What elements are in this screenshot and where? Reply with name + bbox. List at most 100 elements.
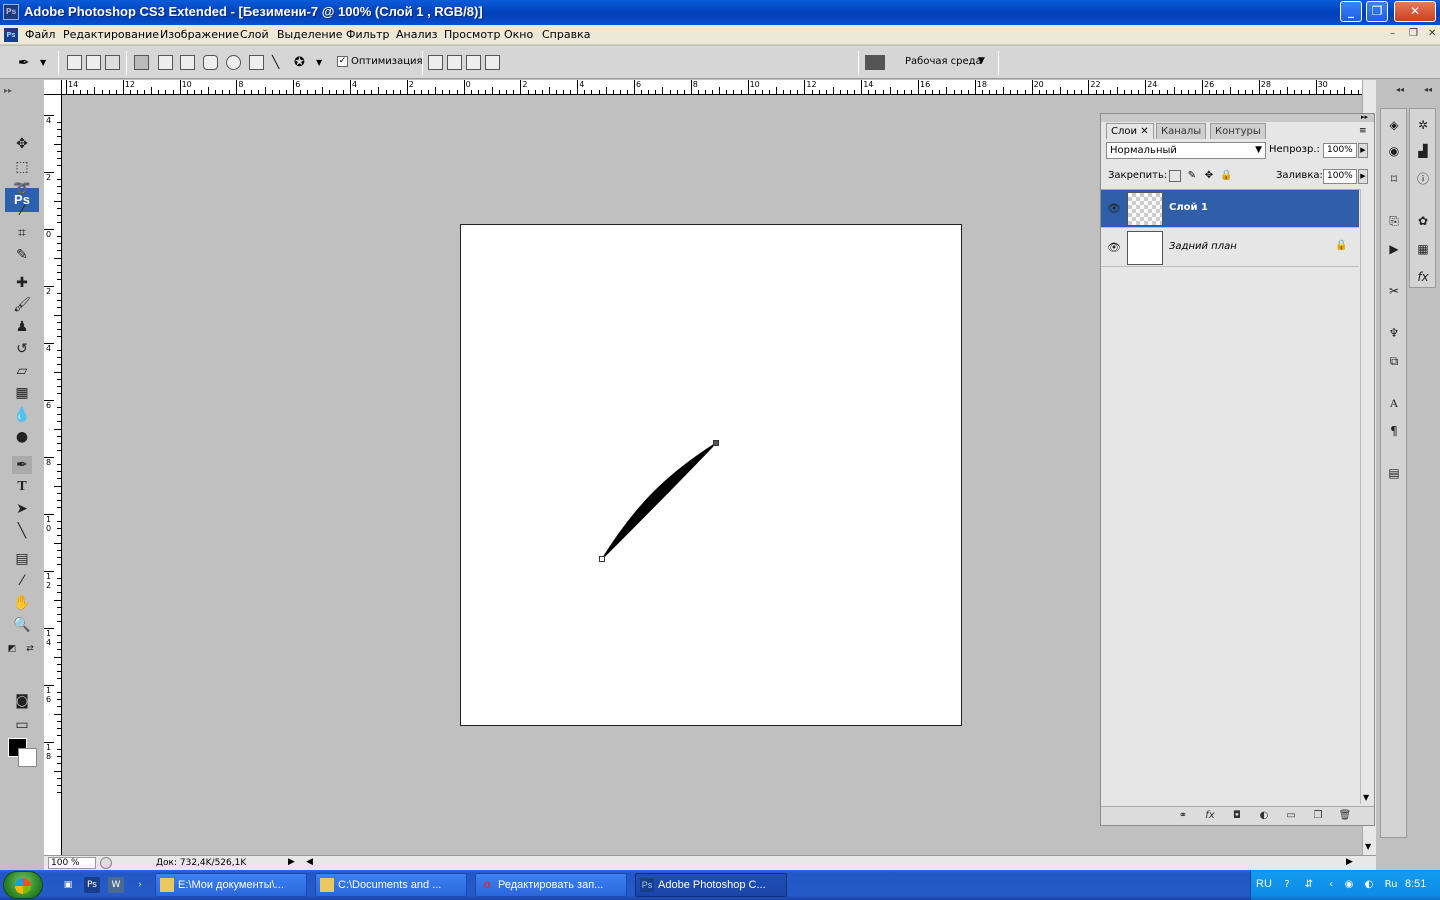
new-layer-icon[interactable]: ❐ <box>1310 809 1326 823</box>
rounded-rectangle-icon[interactable] <box>203 55 218 70</box>
screen-mode-icon[interactable]: ▭ <box>12 716 32 734</box>
layers-panel-icon[interactable]: ◈ <box>1384 115 1404 135</box>
task-button[interactable]: Ps Adobe Photoshop C... <box>635 873 787 897</box>
language-indicator[interactable]: RU <box>1256 878 1272 890</box>
workspace-dropdown-icon[interactable]: ▼ <box>978 56 985 66</box>
menu-view[interactable]: Просмотр <box>444 28 500 41</box>
collapse-dock-icon[interactable]: ◂◂ <box>1396 85 1404 94</box>
show-desktop-icon[interactable]: ▣ <box>60 877 76 893</box>
expand-dock-icon[interactable]: ◂◂ <box>1424 85 1432 94</box>
eraser-tool-icon[interactable]: ▱ <box>12 362 32 380</box>
eye-icon[interactable]: 👁 <box>1107 202 1121 216</box>
layer-row[interactable]: 👁 Слой 1 <box>1101 190 1359 228</box>
add-to-path-icon[interactable] <box>428 55 443 70</box>
workspace-label[interactable]: Рабочая среда <box>905 56 982 67</box>
minimize-button[interactable]: _ <box>1340 1 1362 22</box>
shape-layers-icon[interactable] <box>67 55 82 70</box>
clone-source-icon[interactable]: ⧉ <box>1384 351 1404 371</box>
paths-icon[interactable] <box>86 55 101 70</box>
doc-restore-button[interactable]: ❐ <box>1409 28 1418 39</box>
panel-header[interactable]: ▸▸ <box>1101 113 1374 122</box>
optimize-checkbox[interactable]: ✓ <box>337 56 348 67</box>
rectangle-icon[interactable] <box>180 55 195 70</box>
doc-minimize-button[interactable]: – <box>1390 28 1395 39</box>
notes-tool-icon[interactable]: ▤ <box>12 550 32 568</box>
custom-shape-icon[interactable]: ✪ <box>294 55 309 70</box>
menu-filter[interactable]: Фильтр <box>346 28 390 41</box>
brush-tool-icon[interactable]: 🖌 <box>12 296 32 314</box>
link-layers-icon[interactable]: ⚭ <box>1175 809 1191 823</box>
ellipse-icon[interactable] <box>226 55 241 70</box>
lock-transparency-icon[interactable] <box>1169 170 1181 182</box>
paths-panel-icon[interactable]: ⌑ <box>1384 169 1404 189</box>
menu-file[interactable]: Файл <box>25 28 55 41</box>
character-panel-icon[interactable]: A <box>1384 393 1404 413</box>
scroll-down-icon[interactable]: ▼ <box>1365 842 1371 851</box>
pen-icon[interactable] <box>134 55 149 70</box>
line-icon[interactable]: ╲ <box>272 55 287 70</box>
status-menu-icon[interactable]: ▶ <box>288 857 295 867</box>
intersect-path-icon[interactable] <box>466 55 481 70</box>
lasso-tool-icon[interactable]: ➰ <box>12 180 32 198</box>
history-brush-tool-icon[interactable]: ↺ <box>12 340 32 358</box>
menu-select[interactable]: Выделение <box>277 28 343 41</box>
panel-collapse-icon[interactable]: ▸▸ <box>1361 113 1368 121</box>
freeform-pen-icon[interactable] <box>158 55 173 70</box>
history-panel-icon[interactable]: ⎘ <box>1384 211 1404 231</box>
photoshop-quicklaunch-icon[interactable]: Ps <box>84 877 100 893</box>
anchor-point-end[interactable] <box>713 440 719 446</box>
menu-image[interactable]: Изображение <box>160 28 239 41</box>
blur-tool-icon[interactable]: 💧 <box>12 406 32 424</box>
clone-stamp-tool-icon[interactable]: ♟ <box>12 318 32 336</box>
slice-tool-icon[interactable]: ✎ <box>12 246 32 264</box>
delete-layer-icon[interactable]: 🗑 <box>1337 809 1353 823</box>
pen-tool-icon[interactable]: ✒ <box>12 456 32 474</box>
task-button[interactable]: O Редактировать зап... <box>475 873 627 897</box>
restore-button[interactable]: ❐ <box>1366 1 1388 22</box>
app-icon[interactable]: Ps <box>3 4 19 20</box>
tray-app-icon[interactable]: ◉ <box>1341 877 1357 893</box>
add-mask-icon[interactable]: ◘ <box>1229 809 1245 823</box>
channels-panel-icon[interactable]: ◉ <box>1384 141 1404 161</box>
eye-icon[interactable]: 👁 <box>1107 241 1121 255</box>
lock-all-icon[interactable]: 🔒 <box>1220 170 1232 182</box>
zoom-field[interactable]: 100 % <box>48 857 96 869</box>
opacity-field[interactable]: 100% <box>1323 143 1357 158</box>
fill-slider-button[interactable]: ▶ <box>1358 169 1368 184</box>
document-icon[interactable]: Ps <box>4 28 18 42</box>
healing-brush-tool-icon[interactable]: ✚ <box>12 274 32 292</box>
fill-pixels-icon[interactable] <box>105 55 120 70</box>
info-panel-icon[interactable]: ⓘ <box>1413 169 1433 189</box>
subtract-path-icon[interactable] <box>447 55 462 70</box>
swap-colors-icon[interactable]: ⇄ <box>24 640 36 658</box>
bridge-icon[interactable] <box>865 55 885 70</box>
new-group-icon[interactable]: ▭ <box>1283 809 1299 823</box>
word-quicklaunch-icon[interactable]: W <box>108 877 124 893</box>
actions-panel-icon[interactable]: ▶ <box>1384 239 1404 259</box>
geometry-options-icon[interactable]: ▼ <box>316 58 331 73</box>
pen-tool-preset-icon[interactable]: ✒ <box>18 55 33 71</box>
tray-expand-icon[interactable]: ‹ <box>1323 877 1339 893</box>
task-button[interactable]: C:\Documents and ... <box>315 873 467 897</box>
color-panel-icon[interactable]: ✿ <box>1413 211 1433 231</box>
move-tool-icon[interactable]: ✥ <box>12 135 32 153</box>
blend-mode-select[interactable]: Нормальный ▼ <box>1106 142 1266 159</box>
opacity-slider-button[interactable]: ▶ <box>1358 143 1368 158</box>
task-button[interactable]: E:\Мои документы\... <box>155 873 307 897</box>
exclude-path-icon[interactable] <box>485 55 500 70</box>
marquee-tool-icon[interactable]: ⬚ <box>12 158 32 176</box>
preset-dropdown-icon[interactable]: ▼ <box>40 58 55 73</box>
crop-tool-icon[interactable]: ⌗ <box>12 224 32 242</box>
zoom-tool-icon[interactable]: 🔍 <box>12 616 32 634</box>
toolbox-grip[interactable]: ▸▸ <box>4 86 40 95</box>
help-icon[interactable]: ? <box>1279 877 1295 893</box>
histogram-panel-icon[interactable]: ▟ <box>1413 141 1433 161</box>
background-color-swatch[interactable] <box>18 748 37 767</box>
lock-image-icon[interactable]: ✎ <box>1186 170 1198 182</box>
brushes-panel-icon[interactable]: ♆ <box>1384 323 1404 343</box>
swatches-panel-icon[interactable]: ▦ <box>1413 239 1433 259</box>
scroll-right-icon[interactable]: ▶ <box>1346 857 1353 867</box>
document-canvas[interactable] <box>460 224 962 726</box>
doc-close-button[interactable]: ✕ <box>1428 28 1436 39</box>
quicklaunch-more-icon[interactable]: › <box>132 877 148 893</box>
